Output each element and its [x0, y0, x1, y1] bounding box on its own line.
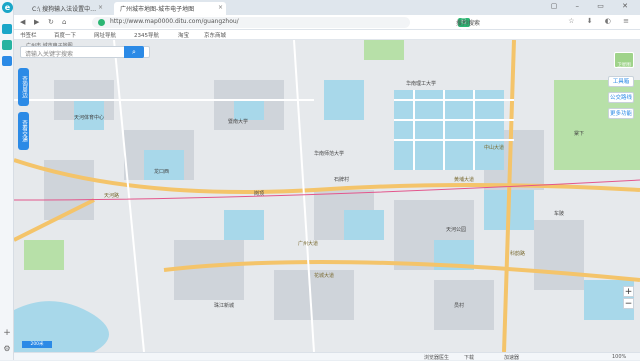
map-label: 广州大道	[298, 241, 319, 247]
map-label: 员村	[454, 303, 465, 309]
bookmark-item[interactable]: 书签栏	[20, 31, 37, 39]
bookmark-item[interactable]: 淘宝	[178, 31, 189, 39]
toolbar-icons[interactable]: ☆ ⬇ ◐ ≡	[568, 17, 634, 25]
sidebar-app-icon[interactable]	[2, 24, 12, 34]
shield-icon	[98, 19, 105, 26]
tab-label: C:\ 搜狗输入法设置中…	[32, 6, 97, 13]
more-functions-button[interactable]: 更多功能	[608, 108, 634, 119]
map-label: 天河路	[104, 193, 120, 199]
bookmark-item[interactable]: 百度一下	[54, 31, 76, 39]
side-tab-traffic[interactable]: 查看交通	[18, 112, 29, 150]
bookmark-item[interactable]: 京东商城	[204, 31, 226, 39]
bus-route-button[interactable]: 公交路线	[608, 92, 634, 103]
add-icon[interactable]: +	[2, 328, 12, 338]
map-label: 车陂	[554, 211, 565, 217]
map-label: 天河公园	[446, 227, 467, 233]
close-icon[interactable]: ×	[218, 4, 223, 11]
toolbox-button[interactable]: 工具箱	[608, 76, 634, 87]
map-label: 天河体育中心	[74, 115, 105, 121]
bookmarks-bar: 书签栏 百度一下 网址导航 2345导航 淘宝 京东商城	[14, 30, 640, 40]
map-label: 棠下	[574, 131, 585, 137]
address-bar: ◀ ▶ ↻ ⌂ http://www.map0000.ditu.com/guan…	[14, 15, 640, 70]
zoom-in-button[interactable]: +	[623, 286, 634, 297]
map-label: 龙口西	[154, 169, 170, 175]
map-label: 珠江新城	[214, 303, 235, 309]
zoom-level[interactable]: 100%	[612, 354, 626, 360]
app-strip: e + ⚙	[0, 0, 14, 360]
url-input[interactable]: http://www.map0000.ditu.com/guangzhou/ 已…	[92, 17, 470, 70]
scale-bar: 200米	[22, 341, 52, 348]
status-bar: 浏览器医生 下载 加速器 100%	[14, 352, 640, 361]
bookmark-item[interactable]: 网址导航	[94, 31, 116, 39]
side-tab-nearby[interactable]: 查询周边	[18, 68, 29, 106]
map-label: 石牌村	[334, 177, 350, 183]
search-placeholder: 搜狗搜索	[456, 20, 481, 27]
browser-search-input[interactable]: 搜狗搜索	[444, 17, 544, 28]
home-icon[interactable]: ⌂	[62, 18, 66, 26]
map-canvas[interactable]: 广州市 城市电子地图 请输入关键字搜索 ⌕ 查询周边 查看交通 卫星图 工具箱 …	[14, 40, 640, 352]
close-icon[interactable]: ×	[98, 4, 103, 11]
search-icon[interactable]: ⌕	[124, 46, 144, 58]
map-label: 华南理工大学	[406, 81, 437, 87]
map-label: 黄埔大道	[454, 177, 475, 183]
map-label: 花城大道	[314, 273, 335, 279]
window-controls[interactable]: ▢ – ▭ ✕	[551, 2, 636, 10]
map-label: 暨南大学	[228, 119, 249, 125]
satellite-layer-button[interactable]: 卫星图	[614, 52, 634, 68]
map-label: 科韵路	[510, 251, 526, 257]
zoom-out-button[interactable]: −	[623, 298, 634, 309]
sidebar-app-icon[interactable]	[2, 40, 12, 50]
refresh-icon[interactable]: ↻	[48, 18, 54, 26]
sidebar-app-icon[interactable]	[2, 56, 12, 66]
map-label: 岗顶	[254, 191, 265, 197]
tab-label: 广州城市地图-城市电子地图	[120, 6, 195, 13]
map-search-placeholder: 请输入关键字搜索	[25, 51, 74, 58]
back-icon[interactable]: ◀	[20, 18, 25, 26]
tab-map[interactable]: 广州城市地图-城市电子地图 ×	[114, 2, 226, 15]
gear-icon[interactable]: ⚙	[2, 344, 12, 354]
map-label: 华南师范大学	[314, 151, 345, 157]
tab-input-settings[interactable]: C:\ 搜狗输入法设置中… ×	[26, 2, 106, 15]
bookmark-item[interactable]: 2345导航	[134, 31, 159, 39]
map-label: 中山大道	[484, 145, 505, 151]
browser-logo-icon[interactable]: e	[2, 2, 13, 13]
url-text: http://www.map0000.ditu.com/guangzhou/	[110, 18, 239, 25]
tab-bar: C:\ 搜狗输入法设置中… × 广州城市地图-城市电子地图 × ▢ – ▭ ✕	[14, 0, 640, 15]
forward-icon[interactable]: ▶	[34, 18, 39, 26]
